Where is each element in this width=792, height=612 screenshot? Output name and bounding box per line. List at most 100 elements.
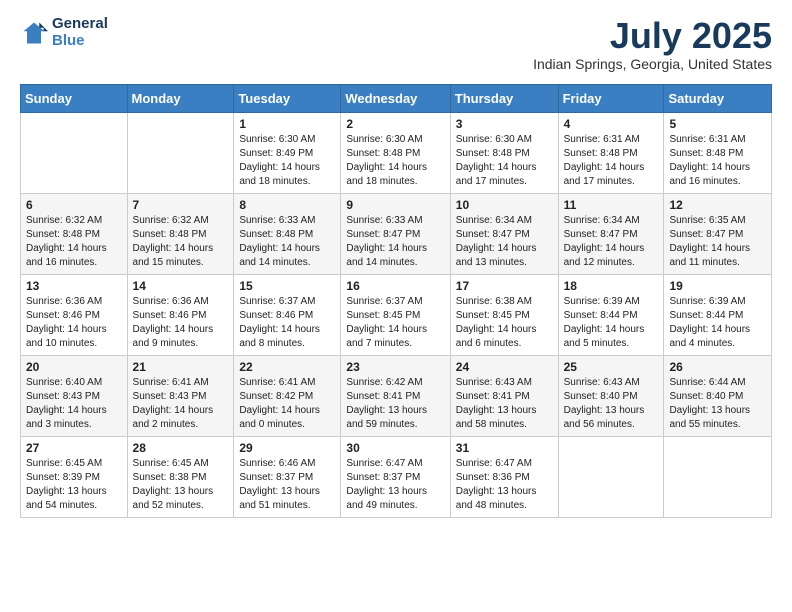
day-number: 17 bbox=[456, 279, 553, 293]
calendar-cell: 4Sunrise: 6:31 AM Sunset: 8:48 PM Daylig… bbox=[558, 112, 664, 193]
calendar-cell bbox=[127, 112, 234, 193]
day-number: 8 bbox=[239, 198, 335, 212]
calendar-cell: 8 Sunrise: 6:33 AM Sunset: 8:48 PM Daylig… bbox=[234, 193, 341, 274]
day-number: 14 bbox=[133, 279, 229, 293]
day-number: 3 bbox=[456, 117, 553, 131]
day-content: Sunrise: 6:34 AM Sunset: 8:47 PM Dayligh… bbox=[564, 214, 659, 270]
calendar-cell: 1Sunrise: 6:30 AM Sunset: 8:49 PM Daylig… bbox=[234, 112, 341, 193]
day-content: Sunrise: 6:35 AM Sunset: 8:47 PM Dayligh… bbox=[669, 214, 766, 270]
calendar-cell: 31 Sunrise: 6:47 AM Sunset: 8:36 PM Dayli… bbox=[450, 436, 558, 517]
day-content: Sunrise: 6:33 AM Sunset: 8:48 PM Dayligh… bbox=[239, 214, 335, 270]
day-number: 10 bbox=[456, 198, 553, 212]
day-number: 2 bbox=[346, 117, 444, 131]
title-block: July 2025 Indian Springs, Georgia, Unite… bbox=[533, 16, 772, 72]
day-number: 4 bbox=[564, 117, 659, 131]
day-content: Sunrise: 6:39 AM Sunset: 8:44 PM Dayligh… bbox=[564, 295, 659, 351]
calendar-week-0: 1Sunrise: 6:30 AM Sunset: 8:49 PM Daylig… bbox=[21, 112, 772, 193]
day-content: Sunrise: 6:45 AM Sunset: 8:39 PM Dayligh… bbox=[26, 457, 122, 513]
day-number: 31 bbox=[456, 441, 553, 455]
day-content: Sunrise: 6:47 AM Sunset: 8:36 PM Dayligh… bbox=[456, 457, 553, 513]
calendar-cell: 29 Sunrise: 6:46 AM Sunset: 8:37 PM Dayli… bbox=[234, 436, 341, 517]
day-content: Sunrise: 6:30 AM Sunset: 8:48 PM Dayligh… bbox=[346, 133, 444, 189]
calendar-cell: 2 Sunrise: 6:30 AM Sunset: 8:48 PM Daylig… bbox=[341, 112, 450, 193]
day-content: Sunrise: 6:30 AM Sunset: 8:48 PM Dayligh… bbox=[456, 133, 553, 189]
calendar-cell: 22 Sunrise: 6:41 AM Sunset: 8:42 PM Dayli… bbox=[234, 355, 341, 436]
calendar-cell: 20 Sunrise: 6:40 AM Sunset: 8:43 PM Dayli… bbox=[21, 355, 128, 436]
calendar-week-2: 13 Sunrise: 6:36 AM Sunset: 8:46 PM Dayli… bbox=[21, 274, 772, 355]
logo-icon bbox=[20, 19, 48, 47]
col-saturday: Saturday bbox=[664, 84, 772, 112]
day-content: Sunrise: 6:43 AM Sunset: 8:40 PM Dayligh… bbox=[564, 376, 659, 432]
day-content: Sunrise: 6:33 AM Sunset: 8:47 PM Dayligh… bbox=[346, 214, 444, 270]
col-wednesday: Wednesday bbox=[341, 84, 450, 112]
day-content: Sunrise: 6:39 AM Sunset: 8:44 PM Dayligh… bbox=[669, 295, 766, 351]
day-number: 29 bbox=[239, 441, 335, 455]
col-friday: Friday bbox=[558, 84, 664, 112]
calendar-week-3: 20 Sunrise: 6:40 AM Sunset: 8:43 PM Dayli… bbox=[21, 355, 772, 436]
logo-general-text: General bbox=[52, 16, 108, 33]
day-content: Sunrise: 6:37 AM Sunset: 8:46 PM Dayligh… bbox=[239, 295, 335, 351]
calendar-cell: 7 Sunrise: 6:32 AM Sunset: 8:48 PM Daylig… bbox=[127, 193, 234, 274]
calendar-cell bbox=[558, 436, 664, 517]
day-content: Sunrise: 6:34 AM Sunset: 8:47 PM Dayligh… bbox=[456, 214, 553, 270]
logo-text: General Blue bbox=[52, 16, 108, 49]
day-content: Sunrise: 6:44 AM Sunset: 8:40 PM Dayligh… bbox=[669, 376, 766, 432]
calendar-cell: 17Sunrise: 6:38 AM Sunset: 8:45 PM Dayli… bbox=[450, 274, 558, 355]
day-number: 23 bbox=[346, 360, 444, 374]
calendar-cell: 13 Sunrise: 6:36 AM Sunset: 8:46 PM Dayli… bbox=[21, 274, 128, 355]
day-content: Sunrise: 6:43 AM Sunset: 8:41 PM Dayligh… bbox=[456, 376, 553, 432]
day-number: 25 bbox=[564, 360, 659, 374]
weekday-header-row: Sunday Monday Tuesday Wednesday Thursday… bbox=[21, 84, 772, 112]
day-content: Sunrise: 6:32 AM Sunset: 8:48 PM Dayligh… bbox=[133, 214, 229, 270]
day-number: 30 bbox=[346, 441, 444, 455]
logo: General Blue bbox=[20, 16, 108, 49]
day-number: 22 bbox=[239, 360, 335, 374]
day-number: 20 bbox=[26, 360, 122, 374]
calendar-cell: 27 Sunrise: 6:45 AM Sunset: 8:39 PM Dayli… bbox=[21, 436, 128, 517]
day-number: 28 bbox=[133, 441, 229, 455]
calendar-week-1: 6 Sunrise: 6:32 AM Sunset: 8:48 PM Daylig… bbox=[21, 193, 772, 274]
col-tuesday: Tuesday bbox=[234, 84, 341, 112]
day-content: Sunrise: 6:41 AM Sunset: 8:43 PM Dayligh… bbox=[133, 376, 229, 432]
calendar-cell bbox=[21, 112, 128, 193]
calendar-cell: 11 Sunrise: 6:34 AM Sunset: 8:47 PM Dayli… bbox=[558, 193, 664, 274]
day-number: 7 bbox=[133, 198, 229, 212]
calendar-cell: 19 Sunrise: 6:39 AM Sunset: 8:44 PM Dayli… bbox=[664, 274, 772, 355]
day-number: 16 bbox=[346, 279, 444, 293]
day-content: Sunrise: 6:42 AM Sunset: 8:41 PM Dayligh… bbox=[346, 376, 444, 432]
day-content: Sunrise: 6:37 AM Sunset: 8:45 PM Dayligh… bbox=[346, 295, 444, 351]
day-content: Sunrise: 6:46 AM Sunset: 8:37 PM Dayligh… bbox=[239, 457, 335, 513]
header: General Blue July 2025 Indian Springs, G… bbox=[20, 16, 772, 72]
calendar-title: July 2025 bbox=[533, 16, 772, 56]
day-number: 6 bbox=[26, 198, 122, 212]
day-content: Sunrise: 6:36 AM Sunset: 8:46 PM Dayligh… bbox=[133, 295, 229, 351]
calendar-cell: 18 Sunrise: 6:39 AM Sunset: 8:44 PM Dayli… bbox=[558, 274, 664, 355]
calendar-cell: 16 Sunrise: 6:37 AM Sunset: 8:45 PM Dayli… bbox=[341, 274, 450, 355]
day-number: 11 bbox=[564, 198, 659, 212]
calendar-cell: 21 Sunrise: 6:41 AM Sunset: 8:43 PM Dayli… bbox=[127, 355, 234, 436]
day-number: 18 bbox=[564, 279, 659, 293]
day-content: Sunrise: 6:41 AM Sunset: 8:42 PM Dayligh… bbox=[239, 376, 335, 432]
calendar-table: Sunday Monday Tuesday Wednesday Thursday… bbox=[20, 84, 772, 518]
calendar-cell: 9Sunrise: 6:33 AM Sunset: 8:47 PM Daylig… bbox=[341, 193, 450, 274]
day-content: Sunrise: 6:30 AM Sunset: 8:49 PM Dayligh… bbox=[239, 133, 335, 189]
day-number: 5 bbox=[669, 117, 766, 131]
day-content: Sunrise: 6:40 AM Sunset: 8:43 PM Dayligh… bbox=[26, 376, 122, 432]
day-number: 27 bbox=[26, 441, 122, 455]
day-number: 13 bbox=[26, 279, 122, 293]
day-number: 19 bbox=[669, 279, 766, 293]
calendar-cell: 25 Sunrise: 6:43 AM Sunset: 8:40 PM Dayli… bbox=[558, 355, 664, 436]
calendar-cell: 10 Sunrise: 6:34 AM Sunset: 8:47 PM Dayli… bbox=[450, 193, 558, 274]
day-content: Sunrise: 6:47 AM Sunset: 8:37 PM Dayligh… bbox=[346, 457, 444, 513]
day-number: 21 bbox=[133, 360, 229, 374]
day-number: 12 bbox=[669, 198, 766, 212]
calendar-cell: 5Sunrise: 6:31 AM Sunset: 8:48 PM Daylig… bbox=[664, 112, 772, 193]
calendar-location: Indian Springs, Georgia, United States bbox=[533, 56, 772, 72]
calendar-cell: 6Sunrise: 6:32 AM Sunset: 8:48 PM Daylig… bbox=[21, 193, 128, 274]
day-number: 24 bbox=[456, 360, 553, 374]
page: General Blue July 2025 Indian Springs, G… bbox=[0, 0, 792, 534]
day-number: 15 bbox=[239, 279, 335, 293]
day-number: 26 bbox=[669, 360, 766, 374]
day-content: Sunrise: 6:36 AM Sunset: 8:46 PM Dayligh… bbox=[26, 295, 122, 351]
day-content: Sunrise: 6:45 AM Sunset: 8:38 PM Dayligh… bbox=[133, 457, 229, 513]
